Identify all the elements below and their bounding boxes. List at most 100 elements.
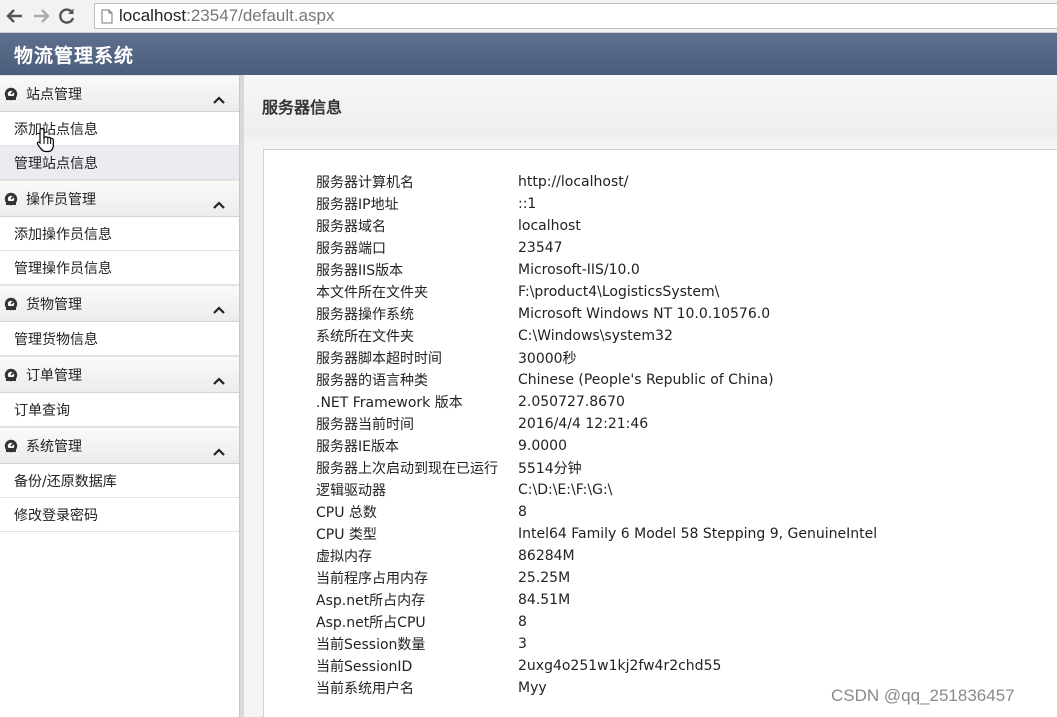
info-label: 当前系统用户名 [316,681,414,697]
page-icon [101,9,113,23]
info-value: Microsoft-IIS/10.0 [518,262,640,278]
table-row: 当前程序占用内存 25.25M [316,567,877,589]
info-value: 9.0000 [518,438,567,454]
table-row: CPU 类型 Intel64 Family 6 Model 58 Stepping… [316,523,877,545]
info-label: .NET Framework 版本 [316,395,463,411]
table-row: 服务器域名 localhost [316,215,877,237]
chevron-up-icon[interactable] [213,194,225,213]
table-row: 服务器IP地址::1 [316,193,877,215]
table-row: 本文件所在文件夹 F:\product4\LogisticsSystem\ [316,281,877,303]
info-label: 服务器当前时间 [316,417,414,433]
info-value: 86284M [518,548,575,564]
info-value: 2uxg4o251w1kj2fw4r2chd55 [518,658,722,674]
hand-cursor-icon [36,127,54,153]
info-value: 8 [518,614,527,630]
sidebar-group-header[interactable]: 订单管理 [0,356,239,393]
info-value: Intel64 Family 6 Model 58 Stepping 9, Ge… [518,526,878,542]
info-label: CPU 总数 [316,505,377,521]
info-label: 服务器上次启动到现在已运行 [316,461,498,477]
url-text: localhost:23547/default.aspx [119,6,335,26]
info-value: http://localhost/ [518,174,629,190]
info-label: 当前程序占用内存 [316,571,428,587]
sidebar-menu-item[interactable]: 管理货物信息 [0,322,239,356]
info-label: 逻辑驱动器 [316,483,386,499]
chevron-up-icon[interactable] [213,89,225,108]
info-label: 本文件所在文件夹 [316,285,428,301]
info-label: 服务器计算机名 [316,175,414,191]
sidebar-group-header[interactable]: 货物管理 [0,285,239,322]
info-label: 虚拟内存 [316,549,372,565]
sidebar-menu-item[interactable]: 管理操作员信息 [0,251,239,285]
server-info-panel: 服务器计算机名 http://localhost/服务器IP地址::1服务器域名 l… [263,149,1057,717]
main-header: 服务器信息 [244,75,1057,137]
table-row: 服务器计算机名 http://localhost/ [316,171,877,193]
sidebar-menu-item[interactable]: 添加操作员信息 [0,217,239,251]
sidebar-group-label: 订单管理 [26,367,82,384]
info-label: 服务器IIS版本 [316,263,404,279]
chevron-up-icon[interactable] [213,299,225,318]
info-value: Microsoft Windows NT 10.0.10576.0 [518,306,771,322]
info-value: 84.51M [518,592,571,608]
table-row: 虚拟内存 86284M [316,545,877,567]
back-arrow-icon[interactable] [4,5,26,27]
info-value: F:\product4\LogisticsSystem\ [518,284,720,300]
chevron-up-icon[interactable] [213,441,225,460]
sidebar-group-header[interactable]: 操作员管理 [0,180,239,217]
sidebar-menu-item[interactable]: 订单查询 [0,393,239,427]
info-label: Asp.net所占CPU [316,615,426,631]
url-host: localhost [119,6,187,25]
table-row: 服务器当前时间 2016/4/4 12:21:46 [316,413,877,435]
info-value: 8 [518,504,527,520]
table-row: 逻辑驱动器 C:\D:\E:\F:\G:\ [316,479,877,501]
dashboard-icon [4,87,26,101]
info-label: 服务器IP地址 [316,197,399,213]
sidebar-menu-item[interactable]: 修改登录密码 [0,498,239,532]
table-row: 服务器的语言种类 Chinese (People's Republic of Ch… [316,369,877,391]
table-row: 服务器端口 23547 [316,237,877,259]
table-row: 系统所在文件夹 C:\Windows\system32 [316,325,877,347]
chevron-up-icon[interactable] [213,370,225,389]
info-label: 系统所在文件夹 [316,329,414,345]
info-label: 服务器域名 [316,219,386,235]
server-info-table: 服务器计算机名 http://localhost/服务器IP地址::1服务器域名 l… [316,171,877,699]
sidebar-group-header[interactable]: 站点管理 [0,75,239,112]
address-bar[interactable]: localhost:23547/default.aspx [94,3,1057,29]
dashboard-icon [4,192,26,206]
info-value: C:\D:\E:\F:\G:\ [518,482,613,498]
info-value: localhost [518,218,581,234]
app-header: 物流管理系统 [0,33,1057,75]
dashboard-icon [4,297,26,311]
info-value: ::1 [518,196,537,212]
info-value: Myy [518,680,547,696]
info-label: CPU 类型 [316,527,377,543]
reload-icon[interactable] [56,5,78,27]
table-row: Asp.net所占内存 84.51M [316,589,877,611]
table-row: 当前系统用户名 Myy [316,677,877,699]
sidebar-group-label: 站点管理 [26,86,82,103]
info-value: 3 [518,636,527,652]
dashboard-icon [4,368,26,382]
table-row: 服务器IE版本 9.0000 [316,435,877,457]
sidebar-menu-item[interactable]: 备份/还原数据库 [0,464,239,498]
info-label: Asp.net所占内存 [316,593,426,609]
info-value: 2016/4/4 12:21:46 [518,416,649,432]
forward-arrow-icon[interactable] [30,5,52,27]
table-row: 服务器脚本超时时间 30000秒 [316,347,877,369]
info-value: C:\Windows\system32 [518,328,673,344]
info-label: 服务器IE版本 [316,439,399,455]
app-title: 物流管理系统 [14,44,135,67]
watermark: CSDN @qq_251836457 [831,686,1015,705]
info-label: 服务器端口 [316,241,386,257]
info-value: Chinese (People's Republic of China) [518,372,774,388]
info-value: 25.25M [518,570,571,586]
dashboard-icon [4,439,26,453]
table-row: 当前Session数量 3 [316,633,877,655]
sidebar-group-header[interactable]: 系统管理 [0,427,239,464]
info-value: 30000秒 [518,351,577,367]
sidebar-group-label: 货物管理 [26,296,82,313]
info-label: 服务器的语言种类 [316,373,428,389]
main-content: 服务器信息 服务器计算机名 http://localhost/服务器IP地址::1… [244,75,1057,717]
table-row: Asp.net所占CPU 8 [316,611,877,633]
info-value: 5514分钟 [518,461,582,477]
url-path: :23547/default.aspx [186,6,335,25]
